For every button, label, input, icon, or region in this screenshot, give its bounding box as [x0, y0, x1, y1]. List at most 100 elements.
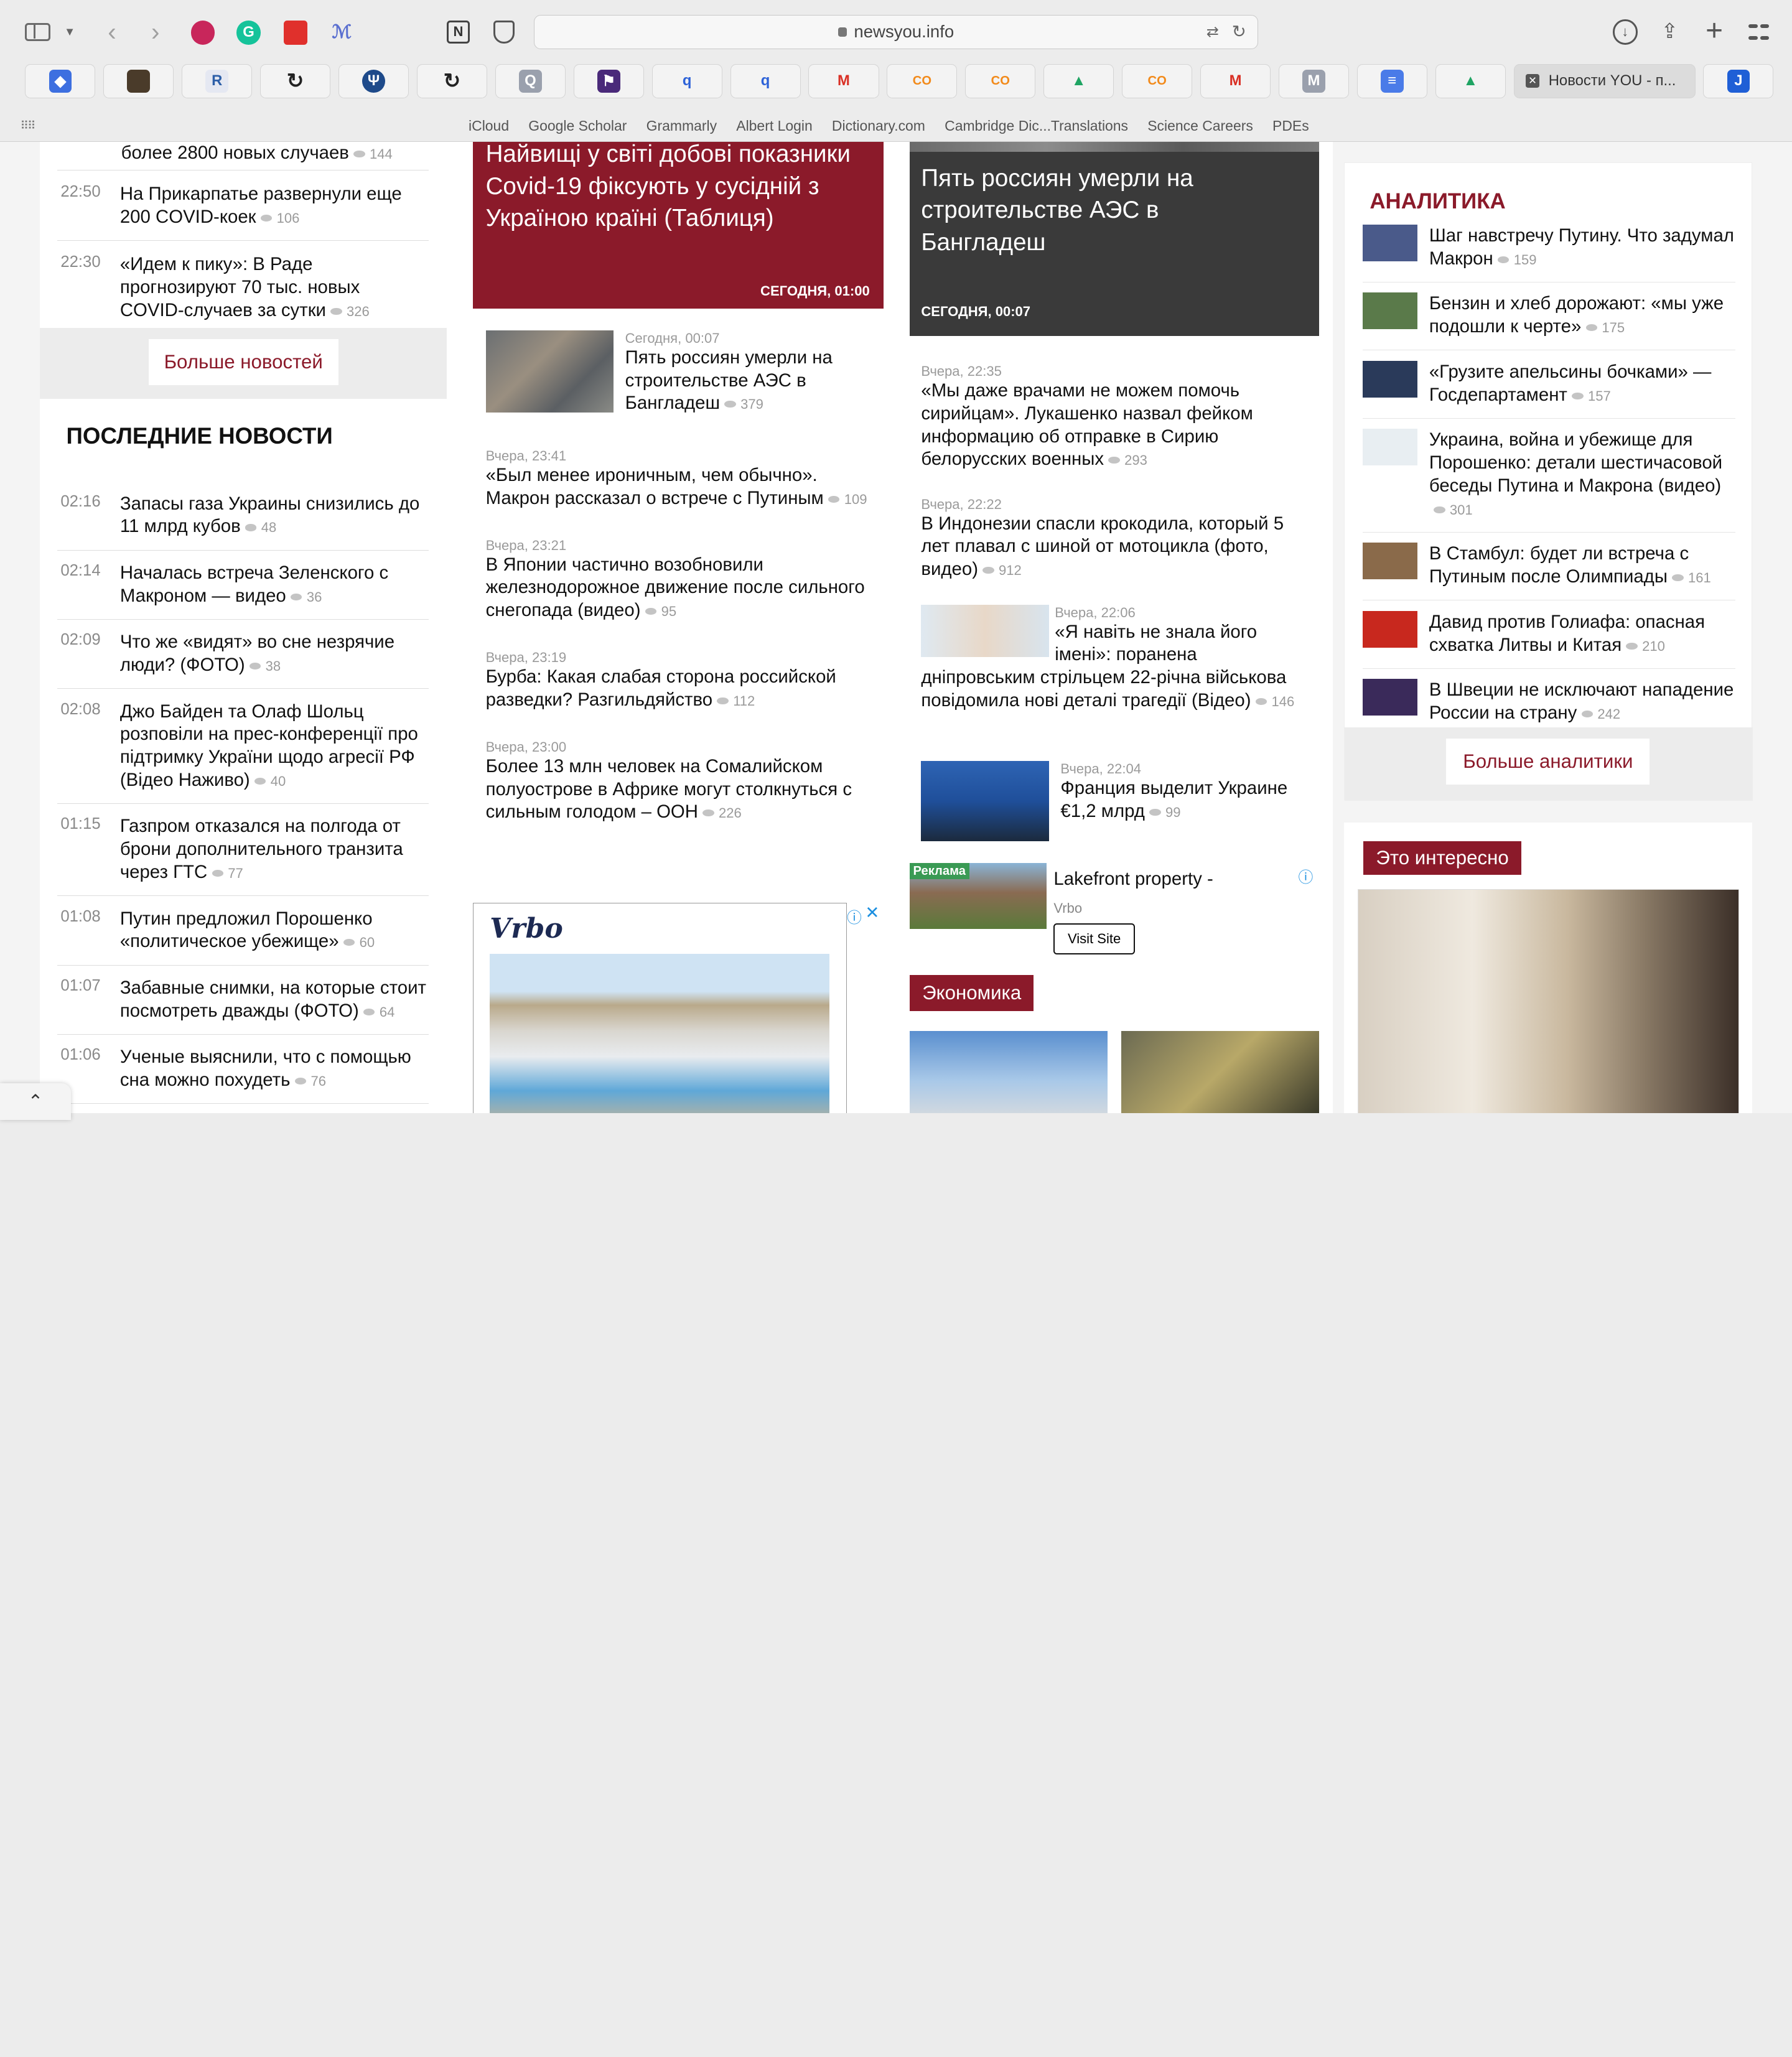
view-count: 157 — [1567, 388, 1611, 404]
gmail-icon: M — [1229, 72, 1242, 90]
grammarly-icon[interactable]: G — [236, 21, 261, 45]
news-item[interactable]: Вчера, 22:22 В Индонезии спасли крокодила… — [921, 497, 1309, 582]
close-icon[interactable]: ✕ — [1525, 74, 1540, 88]
visit-site-button[interactable]: Visit Site — [1053, 923, 1135, 954]
extension-red-icon[interactable] — [283, 21, 308, 45]
bookmark-item[interactable]: Science Careers — [1147, 118, 1253, 134]
tab[interactable]: ▲ — [1435, 63, 1506, 98]
privacy-shield-icon[interactable] — [493, 21, 515, 44]
news-item[interactable]: Вчера, 22:35 «Мы даже врачами не можем по… — [921, 363, 1309, 472]
list-item[interactable]: 01:08 Путин предложил Порошенко «политиче… — [57, 896, 429, 966]
tab[interactable]: q — [651, 63, 722, 98]
analytics-text: Украина, война и убежище для Порошенко: … — [1429, 429, 1735, 521]
analytics-text: Бензин и хлеб дорожают: «мы уже подошли … — [1429, 292, 1735, 339]
sidebar-icon[interactable] — [25, 22, 50, 42]
bookmark-item[interactable]: Grammarly — [646, 118, 717, 134]
bookmark-item[interactable]: Cambridge Dic...Translations — [945, 118, 1128, 134]
native-ad[interactable]: Реклама Lakefront property - ⓘ Vrbo Visi… — [910, 862, 1319, 957]
featured-story-dark[interactable]: Пять россиян умерли на строительстве АЭС… — [910, 141, 1319, 336]
list-item[interactable]: более 2800 новых случаев 144 — [57, 142, 429, 170]
tab[interactable]: CO — [1122, 63, 1193, 98]
tab[interactable]: ⚑ — [573, 63, 644, 98]
tab[interactable]: ↻ — [260, 63, 331, 98]
tab-active[interactable]: ✕ Новости YOU - п... — [1513, 63, 1696, 98]
bookmark-item[interactable]: PDEs — [1272, 118, 1309, 134]
analytics-item[interactable]: В Стамбул: будет ли встреча с Путиным по… — [1363, 543, 1736, 601]
more-news-band: Больше новостей — [40, 328, 447, 399]
bookmark-item[interactable]: Google Scholar — [528, 118, 627, 134]
list-item[interactable]: 02:14 Началась встреча Зеленского с Макро… — [57, 551, 429, 620]
featured-story-red[interactable]: Найвищі у світі добові показники Covid-1… — [473, 141, 884, 309]
address-bar[interactable]: newsyou.info ⇄ ↻ — [533, 14, 1259, 49]
bookmark-item[interactable]: iCloud — [469, 118, 509, 134]
list-item[interactable]: 02:08 Джо Байден та Олаф Шольц розповіли … — [57, 689, 429, 805]
tab[interactable]: ≡ — [1356, 63, 1427, 98]
news-text: Более 13 млн человек на Сомалийском полу… — [486, 755, 880, 825]
grid-icon[interactable]: ⠿⠿ — [18, 119, 36, 133]
analytics-item[interactable]: Шаг навстречу Путину. Что задумал Макрон… — [1363, 224, 1736, 282]
tab[interactable]: J — [1703, 63, 1774, 98]
tab[interactable]: M — [808, 63, 879, 98]
list-item[interactable]: 02:09 Что же «видят» во сне незрячие люди… — [57, 620, 429, 689]
ad-close-icon[interactable]: ✕ — [865, 903, 879, 923]
notion-icon[interactable]: N — [447, 21, 470, 44]
google-drive-icon: ▲ — [1463, 72, 1478, 90]
new-tab-icon[interactable]: + — [1702, 14, 1727, 47]
tab[interactable]: M — [1278, 63, 1349, 98]
list-item[interactable]: 02:16 Запасы газа Украины снизились до 11… — [57, 481, 429, 551]
news-item-with-image[interactable]: Сегодня, 00:07 Пять россиян умерли на ст… — [485, 330, 874, 416]
bookmark-item[interactable]: Albert Login — [736, 118, 812, 134]
tab[interactable] — [103, 63, 174, 98]
news-item-with-image[interactable]: Вчера, 22:04 Франция выделит Украине €1,… — [921, 761, 1309, 841]
list-item[interactable]: 22:30 «Идем к пику»: В Раде прогнозируют… — [57, 241, 429, 323]
analytics-widget: АНАЛИТИКА Шаг навстречу Путину. Что заду… — [1343, 162, 1753, 801]
co-orange-icon: CO — [1147, 73, 1167, 88]
tab[interactable]: Ψ — [338, 63, 409, 98]
analytics-item[interactable]: Бензин и хлеб дорожают: «мы уже подошли … — [1363, 292, 1736, 351]
tab[interactable]: R — [182, 63, 253, 98]
more-news-button[interactable]: Больше новостей — [148, 339, 338, 385]
section-label-economy[interactable]: Экономика — [910, 974, 1034, 1011]
list-item[interactable]: 01:15 Газпром отказался на полгода от бро… — [57, 804, 429, 897]
news-item-with-image[interactable]: Вчера, 22:06 «Я навіть не знала його іме… — [921, 604, 1309, 714]
tab[interactable]: ▲ — [1043, 63, 1114, 98]
reload-icon[interactable]: ↻ — [1232, 22, 1246, 42]
news-item[interactable]: Вчера, 23:00 Более 13 млн человек на Сома… — [486, 739, 880, 825]
translate-icon[interactable]: ⇄ — [1206, 23, 1219, 41]
chevron-down-icon[interactable]: ▼ — [62, 21, 78, 44]
tab[interactable]: CO — [887, 63, 958, 98]
vrbo-ad[interactable]: Vrbo — [473, 902, 847, 1113]
extension-blue-icon[interactable]: ℳ — [330, 21, 353, 44]
tab[interactable]: CO — [965, 63, 1036, 98]
scroll-up-icon[interactable]: ⌃ — [0, 1083, 71, 1120]
news-item[interactable]: Вчера, 23:21 В Японии частично возобновил… — [486, 538, 880, 623]
tab[interactable]: Q — [495, 63, 566, 98]
tab[interactable]: M — [1200, 63, 1271, 98]
list-item[interactable]: 22:50 На Прикарпатье развернули еще 200 … — [57, 170, 429, 241]
gmail-icon: M — [838, 72, 850, 90]
forward-icon[interactable]: › — [144, 16, 167, 48]
back-icon[interactable]: ‹ — [101, 16, 124, 48]
downloads-icon[interactable]: ↓ — [1612, 19, 1638, 45]
tab-title: Новости YOU - п... — [1548, 72, 1676, 90]
news-item[interactable]: Вчера, 23:41 «Был менее ироничным, чем об… — [486, 448, 880, 511]
analytics-item[interactable]: «Грузите апельсины бочками» — Госдепарта… — [1363, 360, 1736, 419]
tab[interactable]: q — [730, 63, 801, 98]
analytics-item[interactable]: Украина, война и убежище для Порошенко: … — [1363, 429, 1736, 533]
list-item[interactable]: 1:05В Словакии парламентари — [57, 1104, 429, 1113]
interesting-label[interactable]: Это интересно — [1363, 841, 1521, 875]
ad-info-icon[interactable]: ⓘ — [1298, 865, 1313, 887]
google-drive-icon: ▲ — [1071, 72, 1086, 90]
list-item[interactable]: 01:06 Ученые выяснили, что с помощью сна … — [57, 1035, 429, 1104]
tab[interactable]: ↻ — [416, 63, 487, 98]
share-icon[interactable]: ⇪ — [1658, 17, 1681, 45]
tab[interactable]: ◆ — [25, 63, 96, 98]
more-analytics-button[interactable]: Больше аналитики — [1446, 739, 1650, 785]
list-item[interactable]: 01:07 Забавные снимки, на которые стоит п… — [57, 966, 429, 1035]
bookmark-item[interactable]: Dictionary.com — [832, 118, 925, 134]
news-item[interactable]: Вчера, 23:19 Бурба: Какая слабая сторона … — [486, 650, 880, 712]
ad-info-icon[interactable]: ⓘ — [847, 905, 862, 927]
tab-overview-icon[interactable] — [1748, 22, 1770, 42]
extension-pink-icon[interactable] — [190, 21, 215, 45]
analytics-item[interactable]: Давид против Голиафа: опасная схватка Ли… — [1363, 610, 1736, 669]
